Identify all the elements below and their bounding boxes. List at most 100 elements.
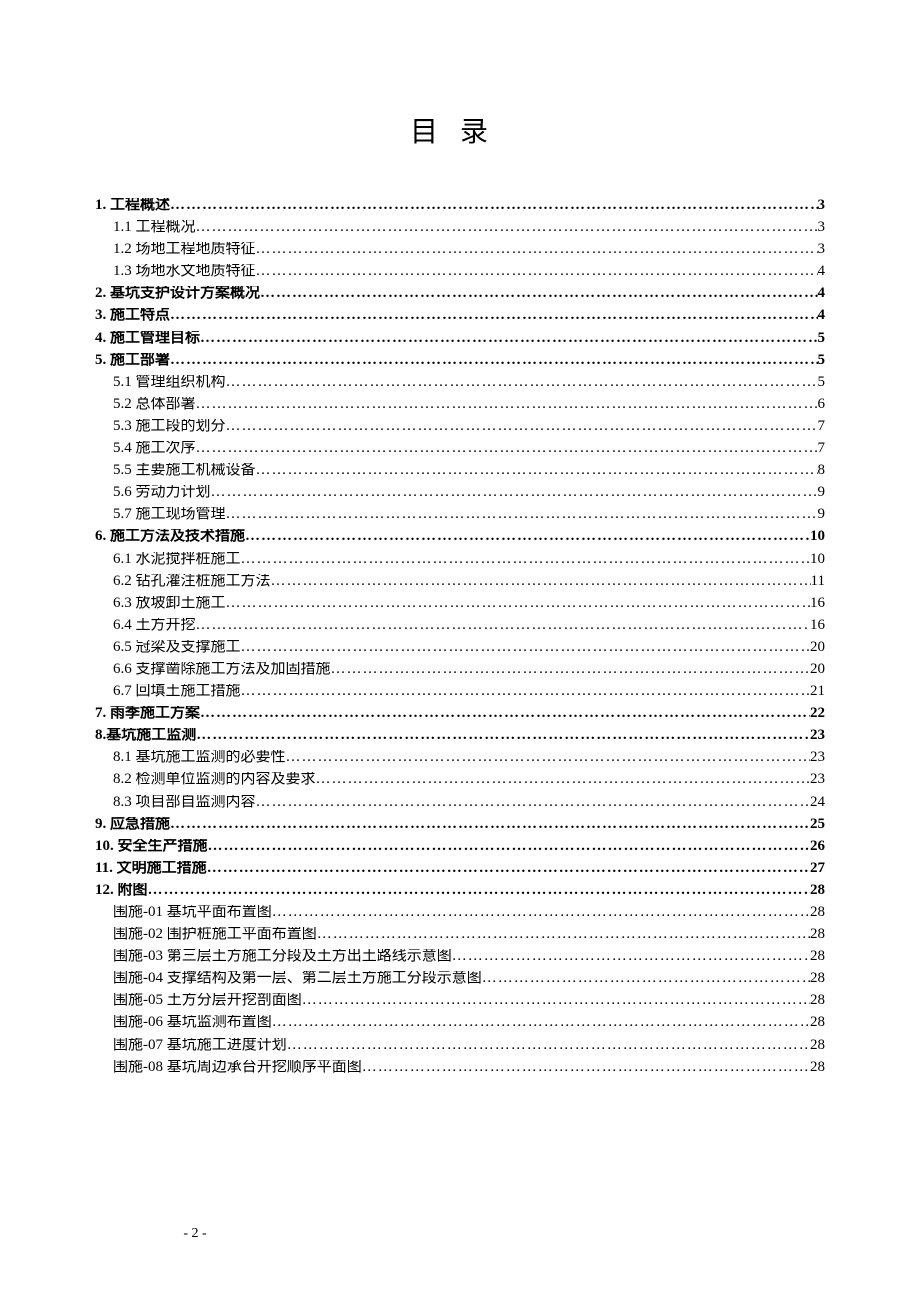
toc-leader <box>286 750 810 765</box>
toc-leader <box>200 706 810 721</box>
toc-entry-page: 7 <box>818 441 826 456</box>
toc-leader <box>170 353 817 368</box>
toc-entry-label: 10. 安全生产措施 <box>95 839 208 854</box>
toc-entry-label: 6.3 放坡卸土施工 <box>113 596 226 611</box>
toc-entry-label: 5.4 施工次序 <box>113 441 196 456</box>
toc-leader <box>196 220 818 235</box>
toc-entry: 8.基坑施工监测23 <box>95 728 825 743</box>
toc-entry-page: 5 <box>818 353 826 368</box>
toc-entry: 围施-02 围护桩施工平面布置图28 <box>95 927 825 942</box>
toc-entry: 12. 附图 28 <box>95 883 825 898</box>
toc-entry: 6.7 回填土施工措施21 <box>95 684 825 699</box>
toc-leader <box>272 905 810 920</box>
toc-entry: 6.3 放坡卸土施工16 <box>95 596 825 611</box>
toc-entry-label: 6.5 冠梁及支撑施工 <box>113 640 241 655</box>
toc-entry: 5. 施工部署5 <box>95 353 825 368</box>
toc-leader <box>302 993 810 1008</box>
toc-leader <box>208 839 810 854</box>
toc-entry-page: 5 <box>818 331 826 346</box>
toc-leader <box>211 485 818 500</box>
toc-entry-page: 26 <box>810 839 825 854</box>
toc-entry-page: 3 <box>818 242 826 257</box>
toc-entry-label: 1.1 工程概况 <box>113 220 196 235</box>
toc-leader <box>226 507 818 522</box>
toc-entry: 1. 工程概述3 <box>95 198 825 213</box>
toc-entry-page: 3 <box>818 220 826 235</box>
toc-entry: 6.4 土方开挖 16 <box>95 618 825 633</box>
toc-leader <box>170 308 817 323</box>
toc-entry: 2. 基坑支护设计方案概况 4 <box>95 286 825 301</box>
toc-leader <box>207 861 810 876</box>
toc-entry: 1.2 场地工程地质特征 3 <box>95 242 825 257</box>
toc-entry: 5.7 施工现场管理 9 <box>95 507 825 522</box>
toc-entry-page: 7 <box>818 419 826 434</box>
toc-entry-page: 23 <box>810 728 825 743</box>
toc-entry: 3. 施工特点4 <box>95 308 825 323</box>
toc-entry-page: 16 <box>810 618 825 633</box>
toc-entry-page: 20 <box>810 640 825 655</box>
toc-entry: 10. 安全生产措施 26 <box>95 839 825 854</box>
toc-entry-label: 7. 雨季施工方案 <box>95 706 200 721</box>
toc-entry-page: 28 <box>810 883 825 898</box>
toc-leader <box>287 1038 810 1053</box>
toc-entry: 8.1 基坑施工监测的必要性23 <box>95 750 825 765</box>
toc-entry-page: 5 <box>818 375 826 390</box>
toc-entry: 1.1 工程概况 3 <box>95 220 825 235</box>
toc-leader <box>317 927 810 942</box>
toc-entry-label: 5.5 主要施工机械设备 <box>113 463 256 478</box>
toc-entry-label: 5.6 劳动力计划 <box>113 485 211 500</box>
toc-entry-label: 6.4 土方开挖 <box>113 618 196 633</box>
toc-leader <box>272 1015 810 1030</box>
toc-entry-page: 9 <box>818 507 826 522</box>
toc-leader <box>226 375 818 390</box>
toc-entry-label: 5.2 总体部署 <box>113 397 196 412</box>
page-title: 目录 <box>95 110 825 150</box>
toc-entry-label: 12. 附图 <box>95 883 148 898</box>
toc-entry-page: 28 <box>810 949 825 964</box>
toc-entry-label: 围施-01 基坑平面布置图 <box>113 905 272 920</box>
toc-entry-label: 4. 施工管理目标 <box>95 331 200 346</box>
toc-leader <box>170 817 810 832</box>
toc-leader <box>256 242 818 257</box>
toc-entry-label: 围施-03 第三层土方施工分段及土方出土路线示意图 <box>113 949 452 964</box>
toc-entry: 6.5 冠梁及支撑施工 20 <box>95 640 825 655</box>
toc-entry-label: 2. 基坑支护设计方案概况 <box>95 286 260 301</box>
toc-entry: 4. 施工管理目标 5 <box>95 331 825 346</box>
toc-leader <box>196 728 810 743</box>
toc-entry-page: 20 <box>810 662 825 677</box>
toc-entry: 围施-06 基坑监测布置图28 <box>95 1015 825 1030</box>
toc-entry-page: 28 <box>810 905 825 920</box>
toc-entry-page: 4 <box>818 308 826 323</box>
page-number-text: - 2 - <box>183 1226 206 1242</box>
toc-entry: 6.1 水泥搅拌桩施工10 <box>95 552 825 567</box>
toc-entry-page: 25 <box>810 817 825 832</box>
toc-entry-label: 9. 应急措施 <box>95 817 170 832</box>
toc-entry-label: 围施-07 基坑施工进度计划 <box>113 1038 287 1053</box>
toc-entry: 5.6 劳动力计划9 <box>95 485 825 500</box>
toc-entry-page: 4 <box>818 264 826 279</box>
toc-entry-label: 8.2 检测单位监测的内容及要求 <box>113 772 316 787</box>
table-of-contents: 1. 工程概述31.1 工程概况31.2 场地工程地质特征31.3 场地水文地质… <box>95 198 825 1075</box>
toc-entry: 围施-03 第三层土方施工分段及土方出土路线示意图 28 <box>95 949 825 964</box>
toc-entry-label: 8.1 基坑施工监测的必要性 <box>113 750 286 765</box>
page-footer: - 2 - <box>0 1226 920 1242</box>
toc-entry: 围施-08 基坑周边承台开挖顺序平面图28 <box>95 1060 825 1075</box>
toc-entry-label: 6. 施工方法及技术措施 <box>95 529 245 544</box>
toc-entry: 围施-05 土方分层开挖剖面图28 <box>95 993 825 1008</box>
toc-entry-label: 1. 工程概述 <box>95 198 170 213</box>
toc-entry-label: 围施-04 支撑结构及第一层、第二层土方施工分段示意图 <box>113 971 482 986</box>
toc-entry-page: 27 <box>810 861 825 876</box>
toc-entry-label: 5.3 施工段的划分 <box>113 419 226 434</box>
toc-entry-page: 6 <box>818 397 826 412</box>
toc-entry: 8.2 检测单位监测的内容及要求23 <box>95 772 825 787</box>
toc-leader <box>241 640 810 655</box>
toc-entry: 围施-01 基坑平面布置图 28 <box>95 905 825 920</box>
toc-entry-label: 1.2 场地工程地质特征 <box>113 242 256 257</box>
toc-entry-label: 围施-08 基坑周边承台开挖顺序平面图 <box>113 1060 362 1075</box>
toc-leader <box>452 949 810 964</box>
toc-leader <box>226 419 818 434</box>
toc-entry-label: 5.7 施工现场管理 <box>113 507 226 522</box>
toc-entry-page: 28 <box>810 971 825 986</box>
toc-entry: 围施-04 支撑结构及第一层、第二层土方施工分段示意图 28 <box>95 971 825 986</box>
toc-entry-page: 4 <box>818 286 826 301</box>
